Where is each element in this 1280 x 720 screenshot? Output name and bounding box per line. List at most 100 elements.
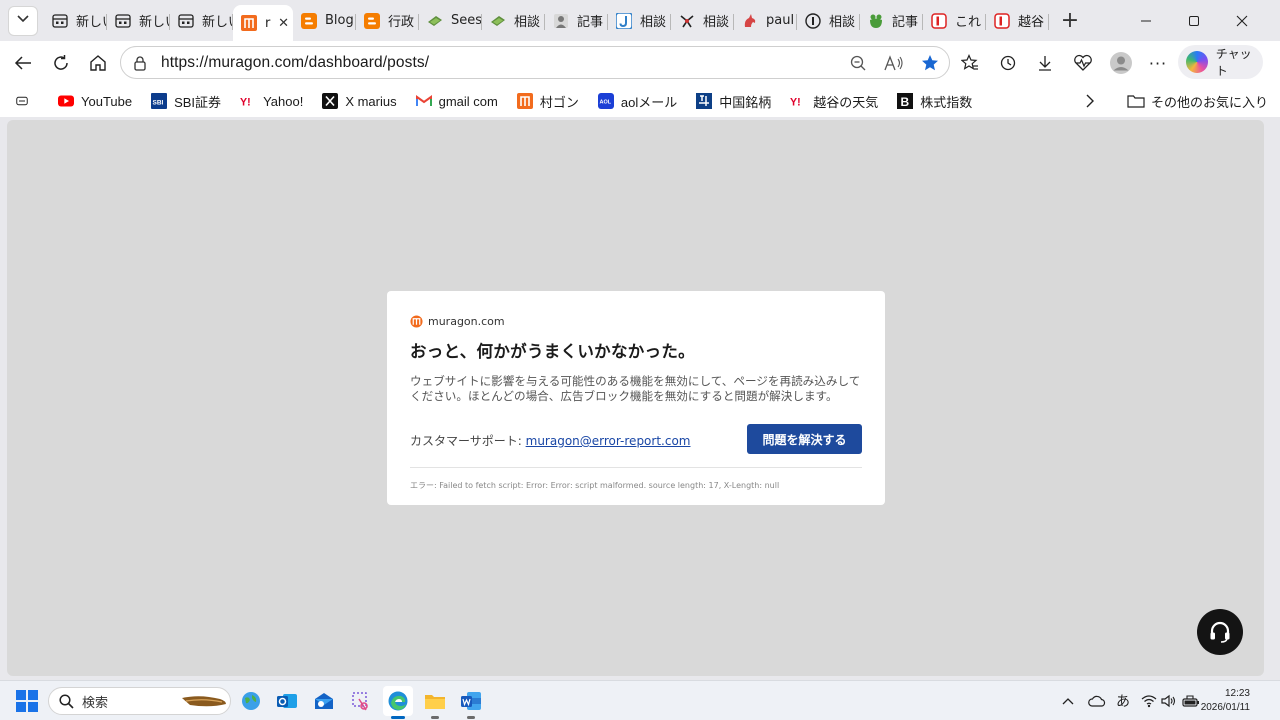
favorite-item[interactable]: 村ゴン (511, 87, 585, 115)
favorite-item[interactable]: Y! 越谷の天気 (784, 87, 884, 115)
downloads-icon[interactable] (1027, 45, 1063, 81)
tab[interactable]: 新しい (44, 5, 107, 37)
favorites-icon[interactable] (952, 45, 988, 81)
newtab-icon (178, 13, 194, 29)
tab-title: 記事 (892, 15, 919, 30)
support-label: カスタマーサポート: (410, 434, 526, 448)
favorite-item[interactable]: SBI SBI証券 (145, 87, 227, 115)
unicorn-icon (742, 13, 758, 29)
tab[interactable]: 越谷 (986, 5, 1049, 37)
favorite-label: 村ゴン (539, 94, 579, 110)
dialog-support-row: カスタマーサポート: muragon@error-report.com 問題を解… (410, 424, 862, 454)
tab[interactable]: 相談 (608, 5, 671, 37)
browser-essentials-icon[interactable] (1065, 45, 1101, 81)
refresh-icon (54, 55, 68, 70)
back-button[interactable] (5, 45, 41, 81)
zoom-icon[interactable] (845, 45, 871, 81)
support-chat-button[interactable] (1197, 609, 1243, 655)
fix-problem-button[interactable]: 問題を解決する (747, 424, 862, 454)
wifi-tray-icon[interactable] (1141, 681, 1157, 720)
tab[interactable]: paul (734, 5, 797, 37)
frog-icon (868, 13, 884, 29)
favorite-item[interactable]: B 株式指数 (891, 87, 978, 115)
copilot-icon (1186, 51, 1208, 73)
chevron-down-icon (16, 13, 30, 28)
tab-title: paul (766, 13, 795, 28)
settings-more-button[interactable]: ··· (1140, 45, 1176, 81)
money-icon (490, 13, 506, 29)
favorite-label: 越谷の天気 (813, 94, 879, 110)
home-button[interactable] (80, 45, 116, 81)
favorite-item[interactable]: gmail com (410, 87, 504, 115)
favorite-item[interactable]: X marius (316, 87, 402, 115)
favorite-star-icon[interactable] (917, 45, 943, 81)
new-tab-button[interactable]: + (1055, 6, 1085, 36)
tab-title: Blog (325, 13, 354, 28)
taskbar-search[interactable]: 検索 (48, 687, 231, 715)
tab-active[interactable]: r ✕ (233, 5, 293, 41)
other-favorites-folder[interactable]: その他のお気に入り (1121, 87, 1274, 115)
speaker-icon (1161, 694, 1176, 708)
favorite-item[interactable]: AOL aolメール (592, 87, 683, 115)
favorite-item[interactable]: Y! Yahoo! (234, 87, 309, 115)
tab[interactable]: 相談 (482, 5, 545, 37)
tab[interactable]: 相談 (797, 5, 860, 37)
tab-actions-menu-button[interactable] (8, 5, 38, 36)
tab[interactable]: 新しい (107, 5, 170, 37)
windows-logo-icon (16, 690, 38, 712)
collections-button[interactable] (0, 87, 34, 115)
favorite-item[interactable]: 中国銘柄 (690, 87, 777, 115)
read-aloud-icon[interactable] (881, 45, 907, 81)
taskbar-outlook[interactable] (272, 686, 302, 716)
taskbar-outlook-classic[interactable] (309, 686, 339, 716)
favorites-overflow-button[interactable] (1079, 87, 1101, 115)
taskbar-clock[interactable]: 12:23 2026/01/11 (1201, 687, 1250, 715)
support-email-link[interactable]: muragon@error-report.com (526, 434, 691, 448)
tab[interactable]: Sees (419, 5, 482, 37)
dialog-site-row: muragon.com (410, 315, 862, 328)
tab[interactable]: 新しい (170, 5, 233, 37)
tab[interactable]: 記事 (545, 5, 608, 37)
address-bar[interactable]: https://muragon.com/dashboard/posts/ (120, 46, 950, 79)
tab-title: Sees (451, 13, 482, 28)
battery-tray-icon[interactable] (1182, 681, 1200, 720)
taskbar-edge[interactable] (383, 686, 413, 719)
close-window-button[interactable] (1218, 0, 1266, 41)
sbi-icon: SBI (151, 93, 168, 109)
profile-avatar[interactable] (1103, 45, 1139, 81)
url-text[interactable]: https://muragon.com/dashboard/posts/ (161, 54, 429, 72)
tab[interactable]: 相談 (671, 5, 734, 37)
volume-tray-icon[interactable] (1161, 681, 1177, 720)
taskbar-file-explorer[interactable] (420, 686, 450, 719)
svg-text:SBI: SBI (153, 100, 164, 107)
onedrive-tray-icon[interactable] (1088, 681, 1106, 720)
muragon-logo-icon (410, 315, 423, 328)
navigation-bar: https://muragon.com/dashboard/posts/ ··· (0, 41, 1280, 85)
taskbar-word[interactable] (456, 686, 486, 719)
tab-title: r (265, 15, 271, 31)
blogger-icon (364, 12, 380, 29)
chevron-right-icon (1086, 94, 1094, 108)
taskbar-snipping-tool[interactable] (346, 686, 376, 716)
tab[interactable]: これ (923, 5, 986, 37)
error-dialog: muragon.com おっと、何かがうまくいかなかった。 ウェブサイトに影響を… (387, 291, 885, 505)
close-tab-icon[interactable]: ✕ (278, 16, 289, 31)
muragon-icon (241, 15, 257, 31)
tab[interactable]: 行政 (356, 5, 419, 37)
show-hidden-icons-button[interactable] (1062, 681, 1074, 720)
tab[interactable]: 記事 (860, 5, 923, 37)
taskbar-widgets[interactable] (236, 686, 266, 716)
maximize-button[interactable] (1170, 0, 1218, 41)
refresh-button[interactable] (43, 45, 79, 81)
lock-icon[interactable] (131, 55, 149, 71)
history-icon[interactable] (990, 45, 1026, 81)
more-dots-icon: ··· (1148, 53, 1168, 73)
close-icon (1236, 15, 1248, 26)
start-button[interactable] (16, 690, 38, 712)
ime-indicator[interactable]: あ (1116, 681, 1130, 720)
minimize-button[interactable] (1122, 0, 1170, 41)
copilot-chat-button[interactable]: チャット (1178, 45, 1263, 79)
tab[interactable]: Blog (293, 5, 356, 37)
favorite-item[interactable]: YouTube (52, 87, 138, 115)
favorite-label: Yahoo! (263, 93, 304, 109)
